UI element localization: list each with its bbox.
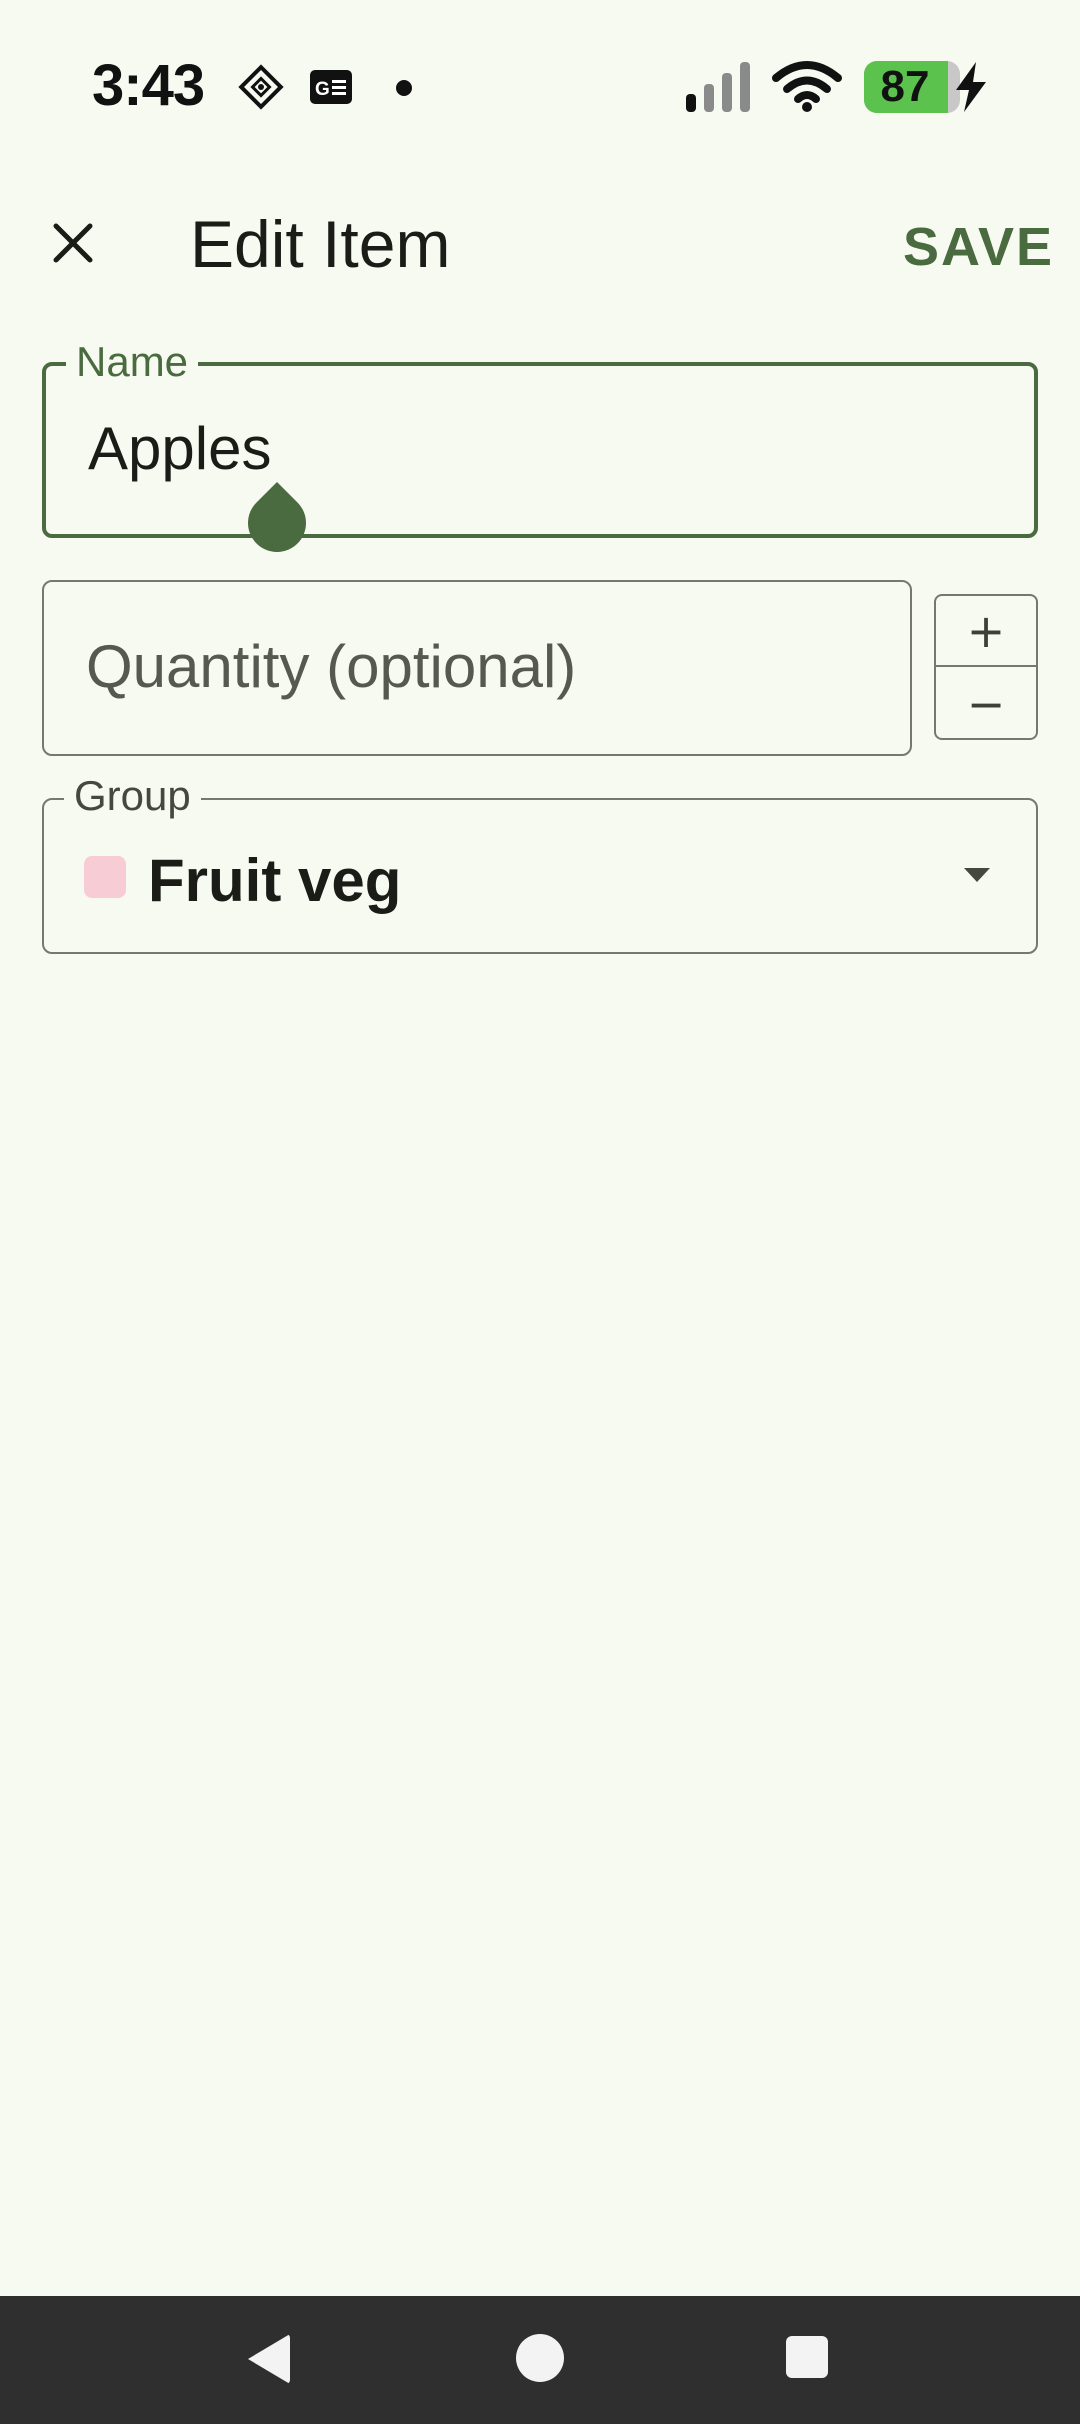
group-dropdown[interactable]: Group Fruit veg (42, 772, 1038, 954)
status-bar: 3:43 G 87 (0, 0, 1080, 150)
news-icon: G (310, 70, 352, 104)
increment-button[interactable]: + (936, 596, 1036, 667)
recents-icon[interactable] (786, 2336, 828, 2378)
home-icon[interactable] (516, 2334, 564, 2382)
close-icon (53, 223, 93, 263)
system-nav-bar (0, 2296, 1080, 2424)
save-button[interactable]: SAVE (903, 212, 1054, 282)
group-field-label: Group (64, 772, 201, 820)
wifi-icon (772, 61, 842, 112)
chevron-down-icon (964, 868, 990, 882)
battery-icon: 87 (864, 61, 960, 113)
battery-level: 87 (880, 62, 930, 111)
name-input-value[interactable]: Apples (88, 414, 271, 483)
close-button[interactable] (40, 210, 106, 276)
charging-bolt-icon (956, 62, 986, 112)
svg-text:G: G (315, 79, 330, 100)
quantity-field[interactable]: Quantity (optional) (42, 580, 912, 756)
notification-dot-icon (396, 80, 412, 96)
decrement-button[interactable]: − (936, 668, 1036, 738)
navigation-diamond-icon (238, 64, 284, 110)
name-field[interactable]: Name Apples (42, 338, 1038, 538)
signal-icon (686, 62, 750, 112)
status-time: 3:43 (92, 53, 205, 118)
quantity-stepper: + − (934, 594, 1038, 740)
quantity-placeholder: Quantity (optional) (86, 633, 577, 700)
back-icon[interactable] (248, 2334, 290, 2384)
edit-item-screen: 3:43 G 87 Edit Item SAVE Name Apples Qua… (0, 0, 1080, 2424)
group-color-swatch (84, 856, 126, 898)
page-title: Edit Item (190, 207, 451, 281)
name-field-label: Name (66, 338, 199, 386)
group-selected-value: Fruit veg (148, 847, 402, 914)
